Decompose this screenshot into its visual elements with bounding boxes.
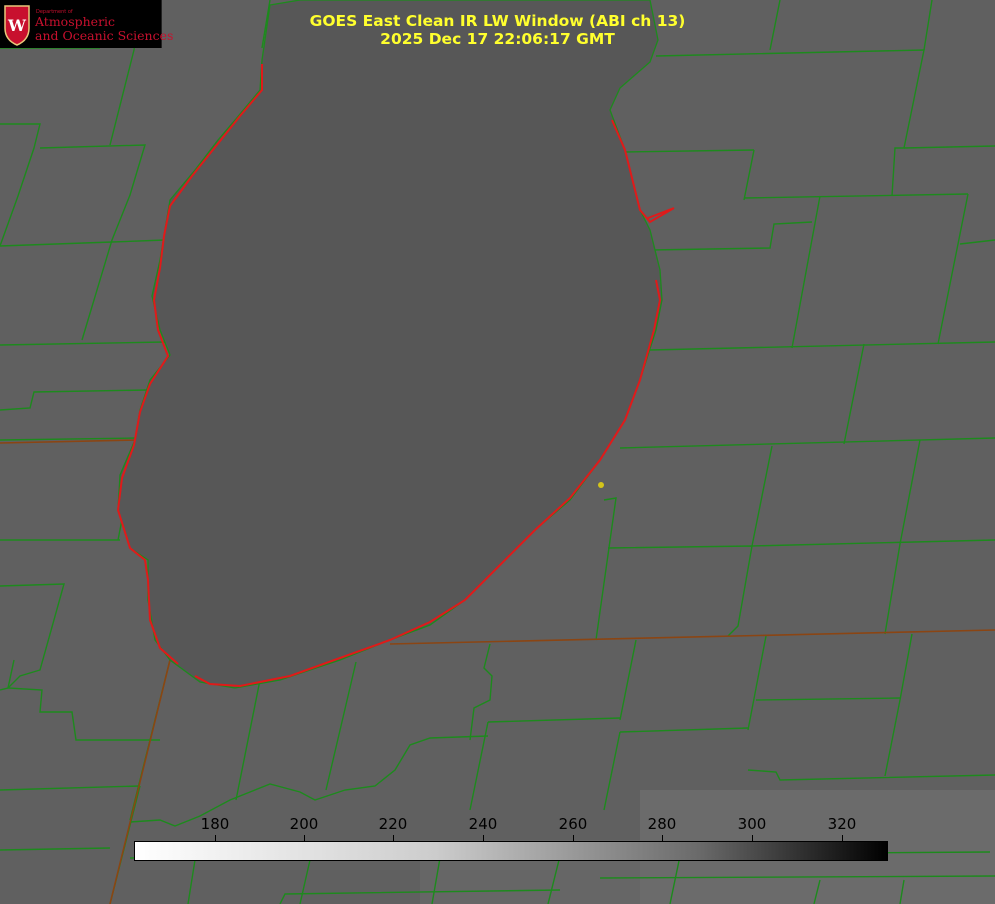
colorbar-tick-label: 280	[647, 815, 677, 833]
satellite-map	[0, 0, 995, 904]
colorbar	[134, 841, 888, 861]
logo-line2: and Oceanic Sciences	[35, 28, 174, 43]
colorbar-tick-label: 320	[827, 815, 857, 833]
colorbar-tick-label: 220	[378, 815, 408, 833]
logo-line1: Atmospheric	[35, 14, 116, 29]
colorbar-tick-label: 260	[558, 815, 588, 833]
colorbar-tick-label: 180	[200, 815, 230, 833]
svg-text:W: W	[7, 16, 27, 35]
colorbar-tick-label: 200	[289, 815, 319, 833]
colorbar-tick-label: 300	[737, 815, 767, 833]
aos-logo: W Department of Atmospheric and Oceanic …	[0, 0, 173, 48]
station-marker	[598, 482, 604, 488]
uw-crest-icon: W	[4, 5, 30, 46]
colorbar-tick-label: 240	[468, 815, 498, 833]
colorbar-labels: 180 200 220 240 260 280 300 320	[0, 815, 995, 835]
